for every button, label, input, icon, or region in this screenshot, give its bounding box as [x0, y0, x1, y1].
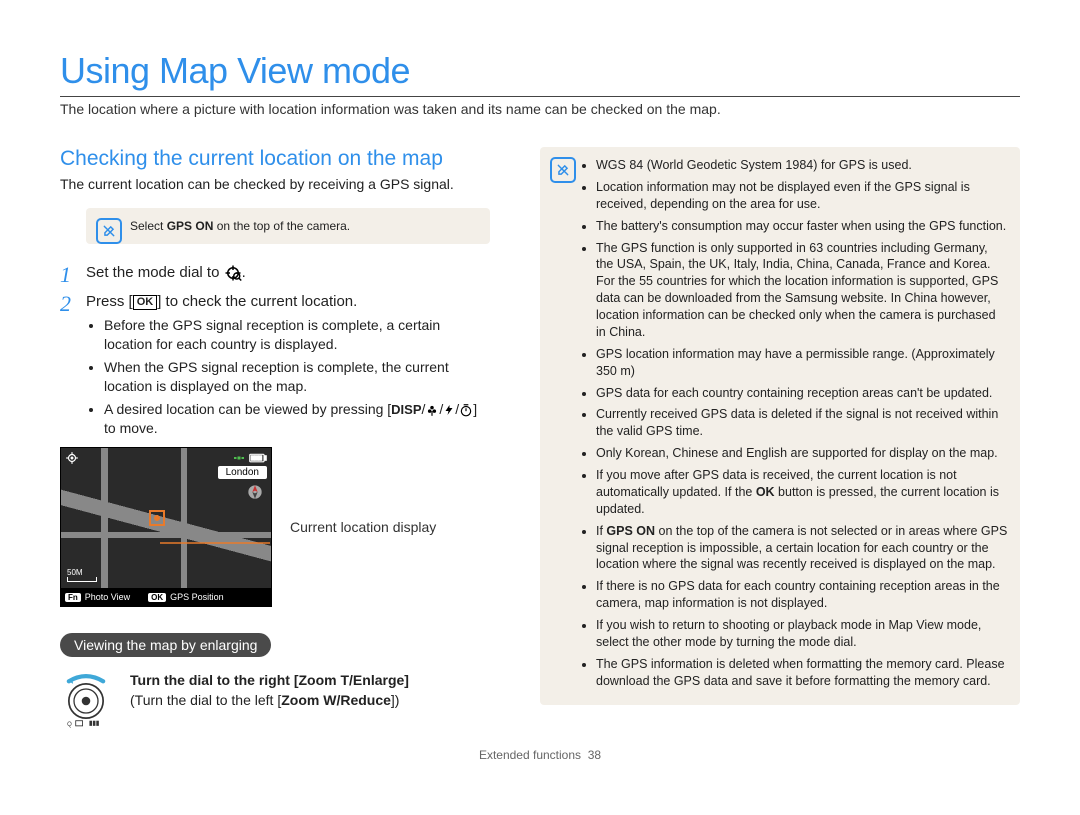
gps-position-label: GPS Position	[170, 592, 224, 602]
note-7: Currently received GPS data is deleted i…	[596, 406, 1008, 440]
note-1: WGS 84 (World Geodetic System 1984) for …	[596, 157, 1008, 174]
note-8: Only Korean, Chinese and English are sup…	[596, 445, 1008, 462]
satellite-icon	[233, 452, 245, 464]
note-text-bold: GPS ON	[167, 219, 214, 233]
step-1: Set the mode dial to .	[60, 262, 490, 283]
photo-view-label: Photo View	[85, 592, 130, 602]
dial-line-2: (Turn the dial to the left [Zoom W/Reduc…	[130, 691, 409, 711]
note-2: Location information may not be displaye…	[596, 179, 1008, 213]
note-5: GPS location information may have a perm…	[596, 346, 1008, 380]
fn-tag: Fn	[65, 593, 81, 602]
note-6: GPS data for each country containing rec…	[596, 385, 1008, 402]
note-text-post: on the top of the camera.	[213, 219, 350, 233]
gps-target-icon	[65, 451, 79, 465]
title-rule	[60, 96, 1020, 97]
note-gps-on: Select GPS ON on the top of the camera.	[86, 208, 490, 244]
section-body: The current location can be checked by r…	[60, 175, 490, 194]
step2-bullet-3: A desired location can be viewed by pres…	[104, 400, 490, 438]
compass-icon	[247, 484, 263, 500]
note-11: If there is no GPS data for each country…	[596, 578, 1008, 612]
zoom-dial-icon: Q	[60, 671, 112, 736]
step2-bullet-2: When the GPS signal reception is complet…	[104, 358, 490, 396]
page-footer: Extended functions 38	[60, 748, 1020, 762]
timer-icon	[459, 403, 473, 417]
battery-icon	[249, 453, 267, 463]
right-note-box: WGS 84 (World Geodetic System 1984) for …	[540, 147, 1020, 705]
note-icon	[96, 218, 122, 244]
note-12: If you wish to return to shooting or pla…	[596, 617, 1008, 651]
ok-tag: OK	[148, 593, 166, 602]
note-text-pre: Select	[130, 219, 167, 233]
ok-button-icon: OK	[133, 295, 158, 310]
sub-heading: Viewing the map by enlarging	[60, 633, 271, 657]
step2-bullet-1: Before the GPS signal reception is compl…	[104, 316, 490, 354]
flower-icon	[425, 403, 439, 417]
map-preview: London 50M Fn Photo View OK GPS Pos	[60, 447, 272, 607]
note-9: If you move after GPS data is received, …	[596, 467, 1008, 518]
flash-icon	[443, 403, 455, 417]
note-10: If GPS ON on the top of the camera is no…	[596, 523, 1008, 574]
note-13: The GPS information is deleted when form…	[596, 656, 1008, 690]
svg-text:Q: Q	[67, 722, 72, 728]
step-2: Press [OK] to check the current location…	[60, 291, 490, 437]
intro-text: The location where a picture with locati…	[60, 101, 1020, 117]
map-scale: 50M	[67, 568, 97, 582]
mode-dial-icon	[224, 264, 242, 282]
note-icon	[550, 157, 576, 183]
location-marker	[149, 510, 165, 526]
city-badge: London	[218, 466, 267, 479]
callout-label: Current location display	[290, 519, 490, 535]
disp-label: DISP	[391, 402, 421, 417]
note-3: The battery's consumption may occur fast…	[596, 218, 1008, 235]
note-4: The GPS function is only supported in 63…	[596, 240, 1008, 341]
page-title: Using Map View mode	[60, 50, 1020, 92]
dial-line-1: Turn the dial to the right [Zoom T/Enlar…	[130, 671, 409, 691]
section-heading: Checking the current location on the map	[60, 147, 490, 171]
